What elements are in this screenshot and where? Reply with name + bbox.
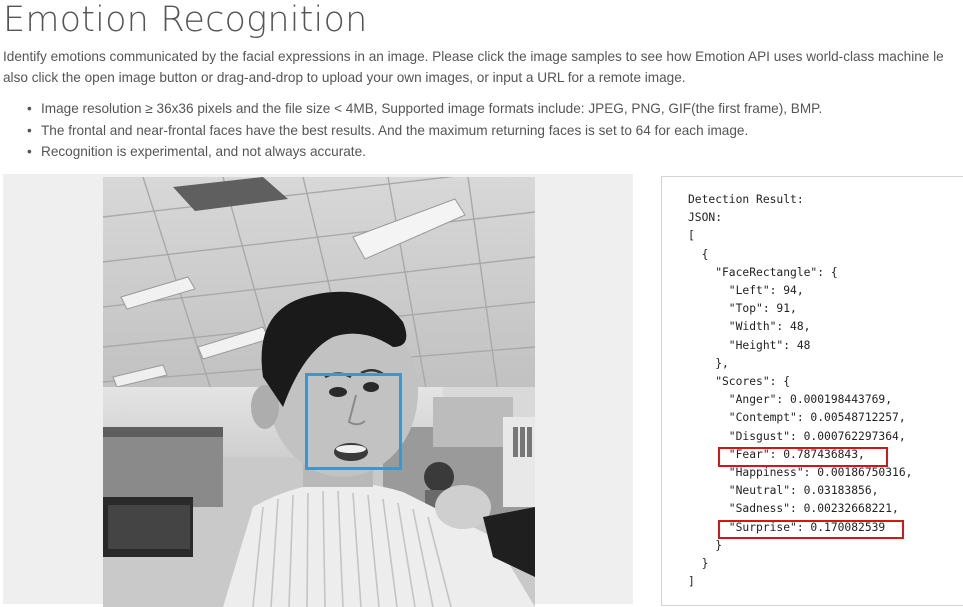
result-line: "Top": 91,: [688, 302, 797, 316]
image-panel[interactable]: [3, 174, 633, 607]
intro-line-1: Identify emotions communicated by the fa…: [3, 49, 944, 64]
result-line: Detection Result:: [688, 193, 804, 206]
result-line: "Left": 94,: [688, 284, 804, 298]
analyzed-photo[interactable]: [103, 177, 535, 607]
requirements-list: Image resolution ≥ 36x36 pixels and the …: [25, 98, 822, 163]
result-line: "Anger": 0.000198443769,: [688, 393, 893, 407]
result-line: "Height": 48: [688, 338, 811, 352]
result-line: "Width": 48,: [688, 320, 811, 334]
result-line: }: [688, 538, 723, 552]
face-rectangle-box: [305, 373, 402, 470]
result-line: [: [688, 229, 695, 243]
result-line: "Scores": {: [688, 375, 791, 389]
fear-highlight-box: [718, 447, 888, 467]
result-line: "Sadness": 0.00232668221,: [688, 502, 899, 516]
surprise-highlight-box: [718, 520, 904, 539]
result-line: "Contempt": 0.00548712257,: [688, 411, 906, 425]
detection-result-panel: Detection Result: JSON: [ { "FaceRectangle…: [661, 176, 963, 606]
result-line: }: [688, 557, 709, 571]
note-item-frontal-faces: The frontal and near-frontal faces have …: [25, 120, 822, 142]
note-item-resolution: Image resolution ≥ 36x36 pixels and the …: [25, 98, 822, 120]
result-line: },: [688, 356, 729, 370]
intro-line-2: also click the open image button or drag…: [3, 70, 686, 85]
result-line: "Neutral": 0.03183856,: [688, 484, 879, 498]
intro-text: Identify emotions communicated by the fa…: [3, 46, 963, 88]
result-line: {: [688, 247, 709, 261]
result-line: ]: [688, 575, 695, 589]
page-title: Emotion Recognition: [3, 0, 368, 40]
result-line: "FaceRectangle": {: [688, 265, 838, 279]
result-line: "Disgust": 0.000762297364,: [688, 429, 906, 443]
note-item-experimental: Recognition is experimental, and not alw…: [25, 141, 822, 163]
result-line: JSON:: [688, 211, 723, 225]
